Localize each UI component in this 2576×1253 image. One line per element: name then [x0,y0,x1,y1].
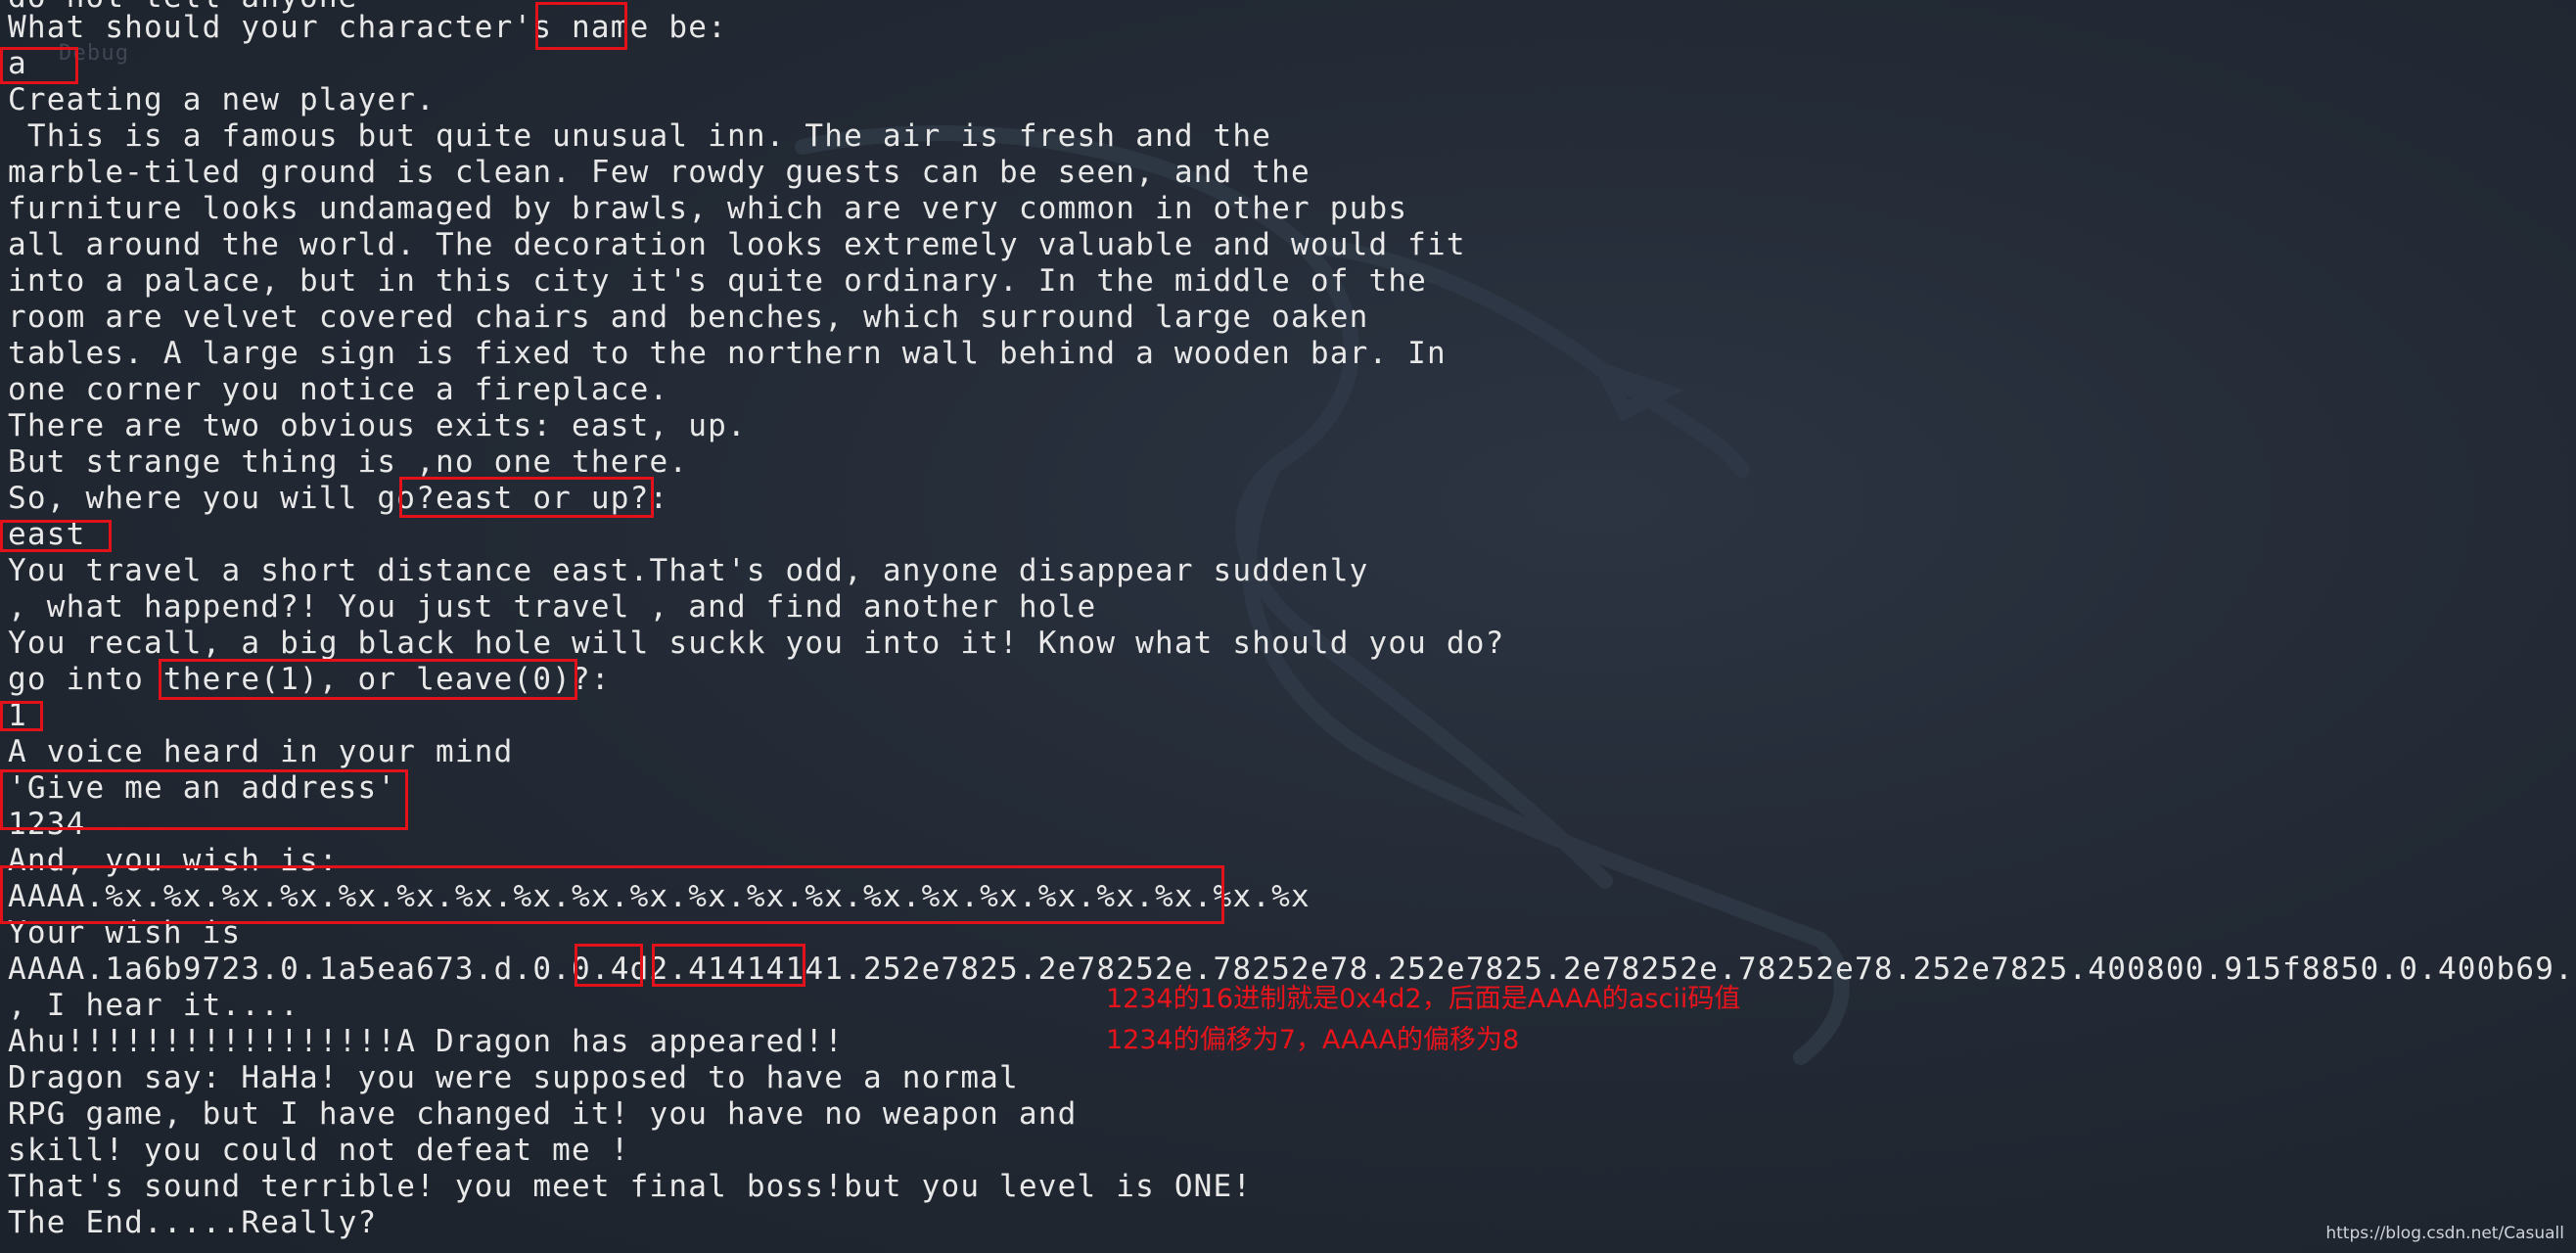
highlight-box-offset-8 [652,944,805,987]
highlight-box-direction-prompt [399,477,654,518]
terminal-line: There are two obvious exits: east, up. [8,408,747,443]
terminal-line: marble-tiled ground is clean. Few rowdy … [8,155,1311,190]
terminal-line: tables. A large sign is fixed to the nor… [8,336,1447,371]
terminal-line: Creating a new player. [8,82,436,117]
terminal-line: into a palace, but in this city it's qui… [8,263,1428,299]
terminal-line: Ahu!!!!!!!!!!!!!!!!!A Dragon has appeare… [8,1024,845,1059]
terminal-line: RPG game, but I have changed it! you hav… [8,1096,1078,1132]
highlight-box-name-input [0,47,78,84]
terminal-line: , what happend?! You just travel , and f… [8,589,1097,625]
terminal-line: all around the world. The decoration loo… [8,227,1466,262]
highlight-box-name [535,2,627,50]
watermark: https://blog.csdn.net/Casuall [2325,1224,2564,1243]
terminal-line: The End.....Really? [8,1205,378,1240]
annotation-hex-note: 1234的16进制就是0x4d2，后面是AAAA的ascii码值 [1106,984,1741,1014]
terminal-line: You travel a short distance east.That's … [8,553,1369,588]
terminal-line: That's sound terrible! you meet final bo… [8,1169,1253,1204]
terminal-line: furniture looks undamaged by brawls, whi… [8,191,1408,226]
highlight-box-format-string [0,865,1224,924]
terminal-line: You recall, a big black hole will suckk … [8,626,1505,661]
highlight-box-choice-prompt [159,659,577,700]
annotation-offset-note: 1234的偏移为7，AAAA的偏移为8 [1106,1025,1520,1055]
terminal-line: Dragon say: HaHa! you were supposed to h… [8,1060,1019,1095]
highlight-box-address-prompt [0,769,408,830]
terminal-line: room are velvet covered chairs and bench… [8,300,1369,335]
terminal-line: But strange thing is ,no one there. [8,444,689,480]
terminal-window[interactable]: do not tell anyoneWhat should your chara… [0,0,2576,1253]
highlight-box-choice-input [0,701,43,731]
terminal-line: A voice heard in your mind [8,734,514,769]
terminal-line: one corner you notice a fireplace. [8,372,669,407]
highlight-box-direction-input [0,520,112,552]
terminal-line: , I hear it.... [8,988,299,1023]
terminal-line: skill! you could not defeat me ! [8,1133,630,1168]
terminal-line: This is a famous but quite unusual inn. … [8,118,1272,154]
highlight-box-offset-7 [575,944,643,987]
